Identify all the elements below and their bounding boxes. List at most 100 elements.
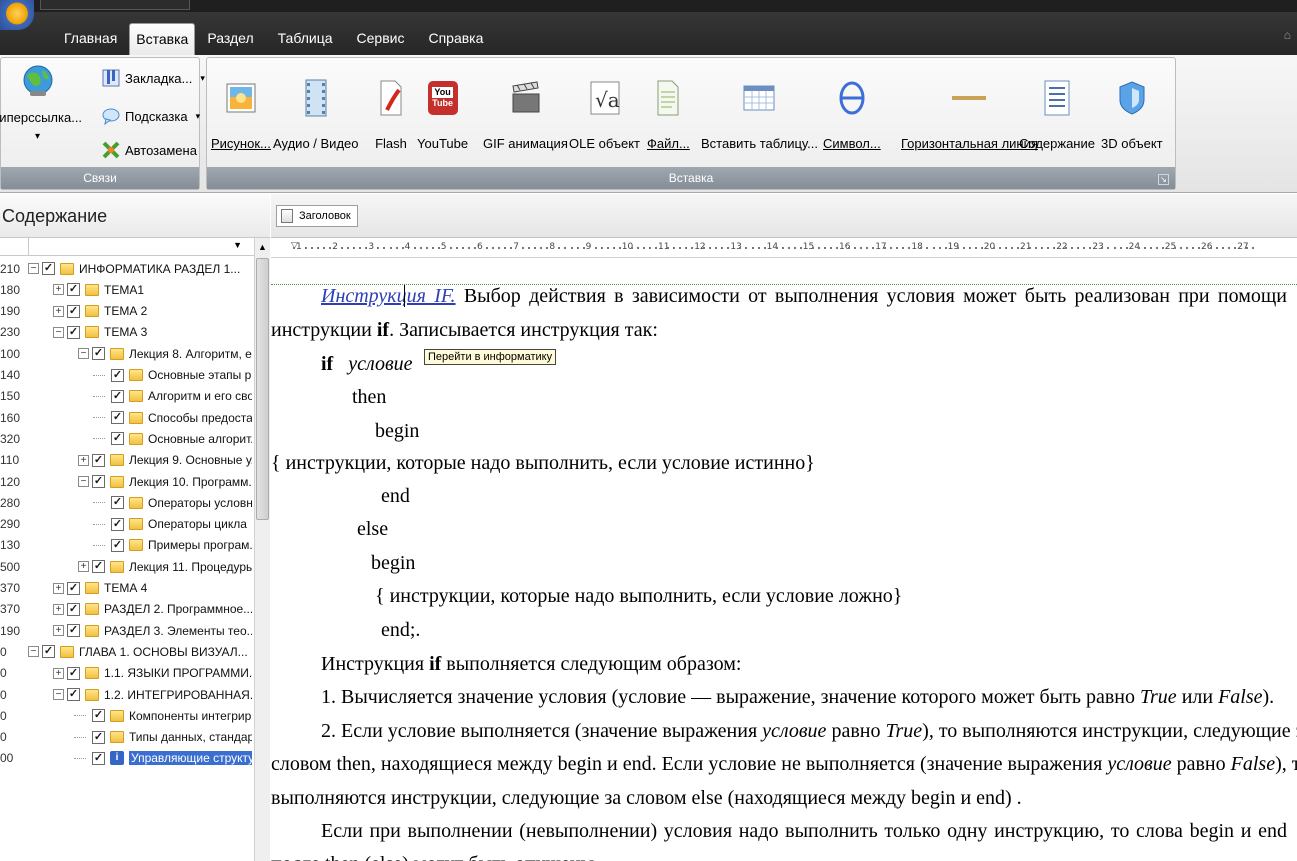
tree-item-checkbox[interactable]: ✓	[67, 581, 80, 595]
ole-object-button[interactable]: √a OLE объект	[569, 78, 640, 151]
tree-item-checkbox[interactable]: ✓	[92, 560, 105, 574]
tree-item-checkbox[interactable]: ✓	[42, 262, 55, 275]
tree-item[interactable]: 230 − ✓ ТЕМА 3	[0, 322, 254, 343]
horizontal-line-button[interactable]: Горизонтальная линия	[901, 78, 1038, 151]
tab-insert[interactable]: Вставка	[129, 23, 196, 55]
tree-item[interactable]: 120 − ✓ Лекция 10. Программ...	[0, 471, 254, 492]
tree-item-checkbox[interactable]: ✓	[111, 411, 124, 425]
tree-item[interactable]: 0 − ✓ ГЛАВА 1. ОСНОВЫ ВИЗУАЛ...	[0, 641, 254, 662]
tree-item-checkbox[interactable]: ✓	[67, 283, 80, 297]
hyperlink-button[interactable]: Гиперссылка... ▾	[0, 64, 82, 142]
collapse-icon[interactable]: −	[78, 476, 89, 487]
tab-section[interactable]: Раздел	[195, 30, 265, 55]
bookmark-dropdown-icon[interactable]: ▾	[200, 73, 205, 84]
tree-item[interactable]: 180 + ✓ ТЕМА1	[0, 279, 254, 300]
tree-item-checkbox[interactable]: ✓	[92, 730, 105, 744]
collapse-ribbon-icon[interactable]: ⌂	[1284, 28, 1291, 42]
tree-item-checkbox[interactable]: ✓	[92, 453, 105, 467]
tree-item-checkbox[interactable]: ✓	[42, 645, 55, 659]
column-filter-dropdown-icon[interactable]: ▼	[233, 240, 242, 250]
insert-table-button[interactable]: Вставить таблицу...	[701, 78, 818, 151]
gif-animation-button[interactable]: GIF анимация	[483, 78, 568, 151]
tree-item-checkbox[interactable]: ✓	[92, 347, 105, 361]
youtube-button[interactable]: You Tube YouTube	[417, 78, 468, 151]
tree-item[interactable]: 500 + ✓ Лекция 11. Процедуры...	[0, 556, 254, 577]
autoreplace-button[interactable]: Автозамена	[101, 140, 197, 160]
app-menu-button[interactable]	[0, 0, 34, 30]
tree-item[interactable]: 370 + ✓ ТЕМА 4	[0, 578, 254, 599]
tree-item[interactable]: 370 + ✓ РАЗДЕЛ 2. Программное...	[0, 599, 254, 620]
symbol-button[interactable]: Символ...	[823, 78, 881, 151]
scrollbar-thumb[interactable]	[256, 258, 269, 520]
tree-item-checkbox[interactable]: ✓	[111, 538, 124, 552]
tab-service[interactable]: Сервис	[345, 30, 417, 55]
tree-item[interactable]: 290 ✓ Операторы цикла	[0, 514, 254, 535]
tab-table[interactable]: Таблица	[266, 30, 345, 55]
tree-item-checkbox[interactable]: ✓	[111, 368, 124, 382]
tree-item[interactable]: 210− ✓ ИНФОРМАТИКА РАЗДЕЛ 1...	[0, 258, 254, 279]
collapse-icon[interactable]: −	[28, 263, 39, 274]
expand-icon[interactable]: +	[53, 305, 64, 317]
collapse-icon[interactable]: −	[53, 689, 64, 700]
collapse-icon[interactable]: −	[28, 646, 39, 658]
tree-item-checkbox[interactable]: ✓	[111, 432, 124, 446]
tree-scrollbar[interactable]: ▲	[254, 238, 270, 861]
collapse-icon[interactable]: −	[53, 326, 64, 338]
tree-item-checkbox[interactable]: ✓	[67, 602, 80, 616]
tree-item[interactable]: 0 ✓ Компоненты интегрир...	[0, 705, 254, 726]
tree-item-checkbox[interactable]: ✓	[67, 304, 80, 318]
audio-video-button[interactable]: Аудио / Видео	[273, 78, 358, 151]
expand-icon[interactable]: +	[53, 667, 64, 679]
tree-item-checkbox[interactable]: ✓	[67, 688, 80, 701]
collapse-icon[interactable]: −	[78, 348, 89, 360]
tree-item-checkbox[interactable]: ✓	[92, 475, 105, 488]
tree-item[interactable]: 320 ✓ Основные алгорит...	[0, 428, 254, 449]
folder-icon	[85, 667, 99, 680]
tree-item[interactable]: 0 ✓ Типы данных, стандар...	[0, 727, 254, 748]
3d-object-button[interactable]: 3D объект	[1101, 78, 1163, 151]
contents-button[interactable]: Содержание	[1019, 78, 1095, 151]
tree-connector	[93, 374, 105, 376]
tree-item[interactable]: 0 − ✓ 1.2. ИНТЕГРИРОВАННАЯ...	[0, 684, 254, 705]
insert-group-launcher-icon[interactable]: ↘	[1158, 174, 1169, 185]
flash-button[interactable]: Flash	[373, 78, 409, 151]
tree-item-checkbox[interactable]: ✓	[92, 751, 105, 765]
tree-item[interactable]: 130 ✓ Примеры програм...	[0, 535, 254, 556]
expand-icon[interactable]: +	[53, 284, 64, 296]
code-line: begin	[371, 552, 416, 574]
tree-item[interactable]: 160 ✓ Способы предоста...	[0, 407, 254, 428]
expand-icon[interactable]: +	[53, 625, 64, 637]
tree-item-checkbox[interactable]: ✓	[92, 709, 105, 723]
expand-icon[interactable]: +	[53, 582, 64, 594]
tree-item[interactable]: 140 ✓ Основные этапы р...	[0, 365, 254, 386]
tree-item-checkbox[interactable]: ✓	[67, 624, 80, 638]
tree-item[interactable]: 190 + ✓ ТЕМА 2	[0, 301, 254, 322]
bookmark-button[interactable]: Закладка... ▾	[101, 68, 205, 88]
tree-item[interactable]: 190 + ✓ РАЗДЕЛ 3. Элементы тео...	[0, 620, 254, 641]
expand-icon[interactable]: +	[53, 603, 64, 615]
expand-icon[interactable]: +	[78, 454, 89, 466]
hint-dropdown-icon[interactable]: ▾	[196, 111, 201, 122]
tree-item[interactable]: 00 ✓ i Управляющие структу...	[0, 748, 254, 769]
hyperlink-dropdown-icon[interactable]: ▾	[35, 131, 40, 142]
picture-button[interactable]: Рисунок...	[211, 78, 271, 151]
link-instruction-if[interactable]: Инструкция IF.	[321, 285, 456, 307]
tree-item-label: 1.1. ЯЗЫКИ ПРОГРАММИ...	[104, 666, 252, 681]
expand-icon[interactable]: +	[78, 561, 89, 573]
tree-item-checkbox[interactable]: ✓	[67, 325, 80, 339]
tree-item[interactable]: 150 ✓ Алгоритм и его сво...	[0, 386, 254, 407]
hint-button[interactable]: Подсказка ▾	[101, 106, 200, 126]
tree-item-checkbox[interactable]: ✓	[111, 496, 124, 510]
tree-item-checkbox[interactable]: ✓	[111, 517, 124, 531]
tree-item-checkbox[interactable]: ✓	[67, 666, 80, 680]
scroll-up-arrow-icon[interactable]: ▲	[255, 238, 270, 256]
file-button[interactable]: Файл...	[647, 78, 690, 151]
document-body[interactable]: Инструкция IF. Выбор действия в зависимо…	[271, 194, 1297, 861]
tree-item[interactable]: 100 − ✓ Лекция 8. Алгоритм, е...	[0, 343, 254, 364]
tree-item[interactable]: 110 + ✓ Лекция 9. Основные у...	[0, 450, 254, 471]
tree-item[interactable]: 0 + ✓ 1.1. ЯЗЫКИ ПРОГРАММИ...	[0, 663, 254, 684]
tree-item-checkbox[interactable]: ✓	[111, 389, 124, 403]
tab-help[interactable]: Справка	[416, 30, 495, 55]
tree-item[interactable]: 280 ✓ Операторы условн...	[0, 492, 254, 513]
tab-home[interactable]: Главная	[52, 30, 129, 55]
